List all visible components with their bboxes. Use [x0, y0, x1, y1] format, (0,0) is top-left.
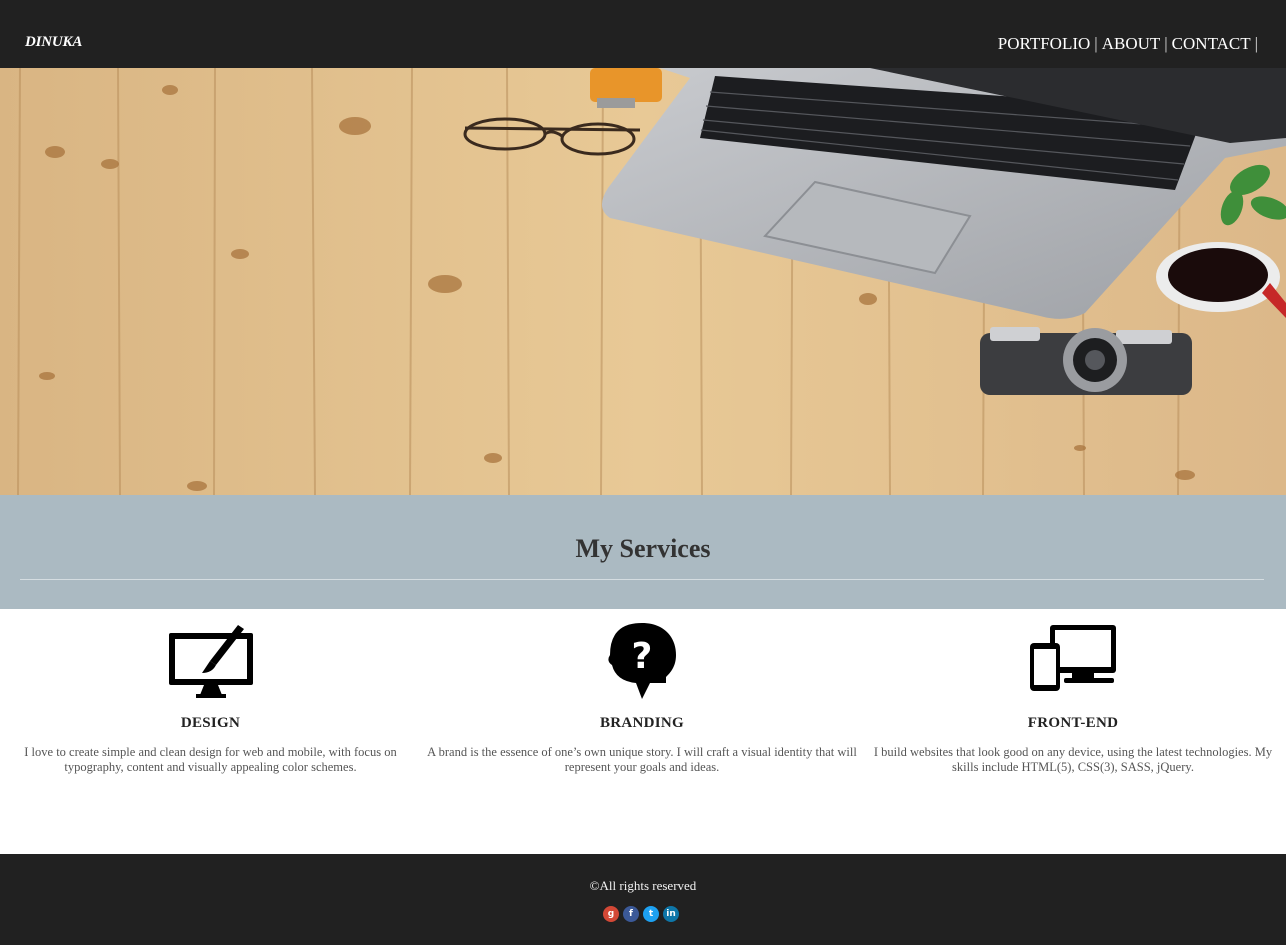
section-divider: [20, 579, 1264, 580]
twitter-icon[interactable]: t: [643, 906, 659, 922]
social-links: g f t in: [603, 906, 679, 922]
desk-scene-illustration: [0, 68, 1286, 495]
svg-text:?: ?: [632, 636, 653, 677]
hero-image: [0, 68, 1286, 495]
services-title: My Services: [575, 534, 711, 563]
services-list: DESIGN I love to create simple and clean…: [0, 609, 1286, 854]
nav-contact-link[interactable]: CONTACT: [1172, 34, 1251, 54]
service-description: A brand is the essence of one’s own uniq…: [427, 745, 857, 774]
service-title: FRONT-END: [1027, 715, 1119, 731]
brand-logo[interactable]: DINUKA: [25, 34, 82, 51]
top-navbar: DINUKA PORTFOLIO | ABOUT | CONTACT |: [0, 0, 1286, 68]
nav-separator: |: [1094, 34, 1098, 53]
linkedin-icon[interactable]: in: [663, 906, 679, 922]
service-title: DESIGN: [180, 715, 241, 731]
head-question-icon: ?: [606, 621, 678, 706]
nav-portfolio-link[interactable]: PORTFOLIO: [998, 34, 1091, 54]
service-title: BRANDING: [599, 715, 685, 731]
services-section-header: My Services: [0, 495, 1286, 609]
nav-separator: |: [1164, 34, 1168, 53]
google-plus-icon[interactable]: g: [603, 906, 619, 922]
nav-separator: |: [1254, 34, 1258, 53]
service-description: I love to create simple and clean design…: [24, 745, 397, 774]
facebook-icon[interactable]: f: [623, 906, 639, 922]
devices-icon: [1028, 621, 1118, 700]
main-nav: PORTFOLIO | ABOUT | CONTACT |: [998, 34, 1262, 54]
monitor-brush-icon: [166, 621, 256, 706]
nav-about-link[interactable]: ABOUT: [1102, 34, 1161, 54]
copyright-text: ©All rights reserved: [589, 878, 697, 893]
footer: ©All rights reserved g f t in: [0, 854, 1286, 945]
service-description: I build websites that look good on any d…: [873, 745, 1273, 774]
